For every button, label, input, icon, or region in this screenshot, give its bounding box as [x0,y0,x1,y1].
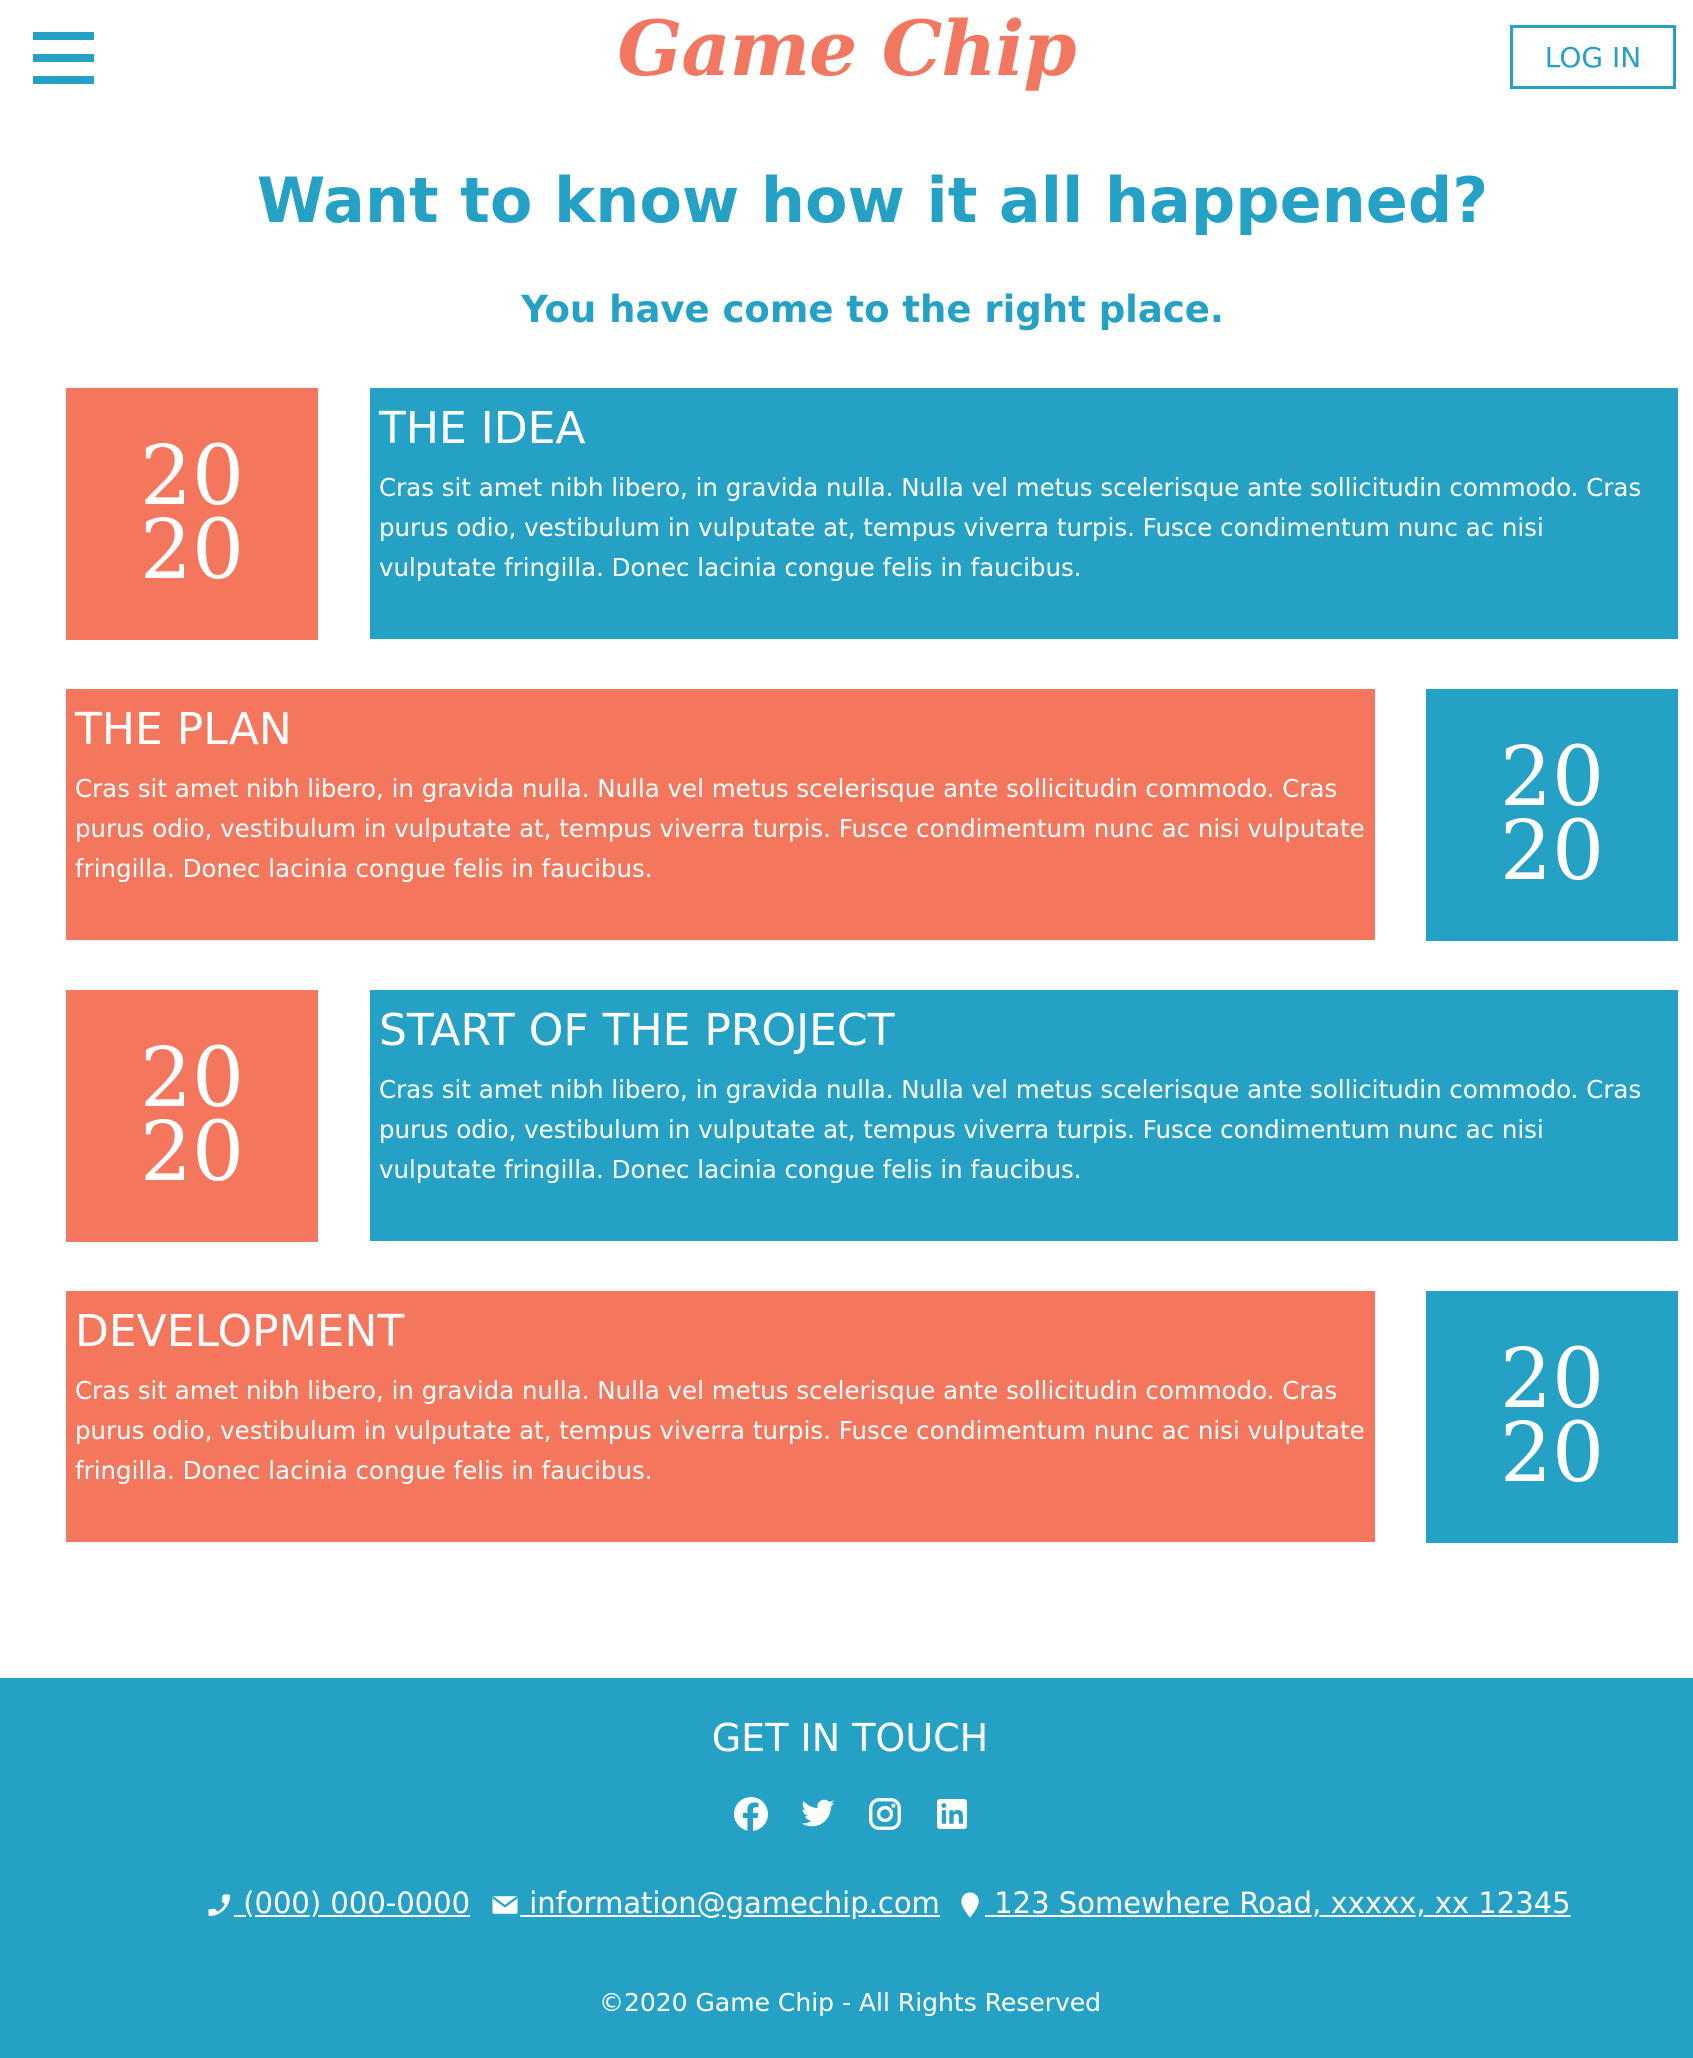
timeline-card-idea: THE IDEA Cras sit amet nibh libero, in g… [370,388,1678,639]
timeline-card-plan: THE PLAN Cras sit amet nibh libero, in g… [66,689,1375,940]
card-heading: THE IDEA [379,403,586,454]
card-body: Cras sit amet nibh libero, in gravida nu… [379,1075,1642,1184]
year-badge: 20 20 [66,388,318,640]
map-marker-icon [961,1892,979,1918]
year-badge: 20 20 [1426,689,1678,941]
site-logo[interactable]: Game Chip [0,4,1693,93]
page-title: Want to know how it all happened? [256,164,1489,237]
address-text: 123 Somewhere Road, xxxxx, xx 12345 [985,1886,1571,1920]
site-footer: GET IN TOUCH (000) 000-0000 information@… [0,1678,1693,2058]
phone-icon [208,1894,231,1917]
card-heading: THE PLAN [75,704,292,755]
linkedin-icon[interactable] [934,1796,970,1832]
year-bottom: 20 [1499,804,1605,899]
card-body: Cras sit amet nibh libero, in gravida nu… [379,473,1642,582]
page-subtitle: You have come to the right place. [521,288,1224,331]
facebook-icon[interactable] [733,1796,769,1832]
timeline-card-start: START OF THE PROJECT Cras sit amet nibh … [370,990,1678,1241]
timeline-card-development: DEVELOPMENT Cras sit amet nibh libero, i… [66,1291,1375,1542]
phone-text: (000) 000-0000 [234,1886,471,1920]
email-link[interactable]: information@gamechip.com [490,1886,940,1920]
footer-title: GET IN TOUCH [711,1716,989,1760]
year-badge: 20 20 [66,990,318,1242]
year-bottom: 20 [139,503,245,598]
login-button[interactable]: LOG IN [1510,25,1676,89]
card-body: Cras sit amet nibh libero, in gravida nu… [75,774,1365,883]
twitter-icon[interactable] [800,1796,836,1832]
year-badge: 20 20 [1426,1291,1678,1543]
email-text: information@gamechip.com [520,1886,940,1920]
phone-link[interactable]: (000) 000-0000 [204,1886,470,1920]
year-bottom: 20 [1499,1406,1605,1501]
card-heading: DEVELOPMENT [75,1306,405,1357]
envelope-icon [492,1896,518,1914]
card-body: Cras sit amet nibh libero, in gravida nu… [75,1376,1365,1485]
card-heading: START OF THE PROJECT [379,1005,895,1056]
copyright-text: ©2020 Game Chip - All Rights Reserved [598,1988,1102,2017]
year-bottom: 20 [139,1105,245,1200]
site-header: Game Chip LOG IN [0,0,1693,140]
address-link[interactable]: 123 Somewhere Road, xxxxx, xx 12345 [955,1886,1571,1920]
instagram-icon[interactable] [867,1796,903,1832]
